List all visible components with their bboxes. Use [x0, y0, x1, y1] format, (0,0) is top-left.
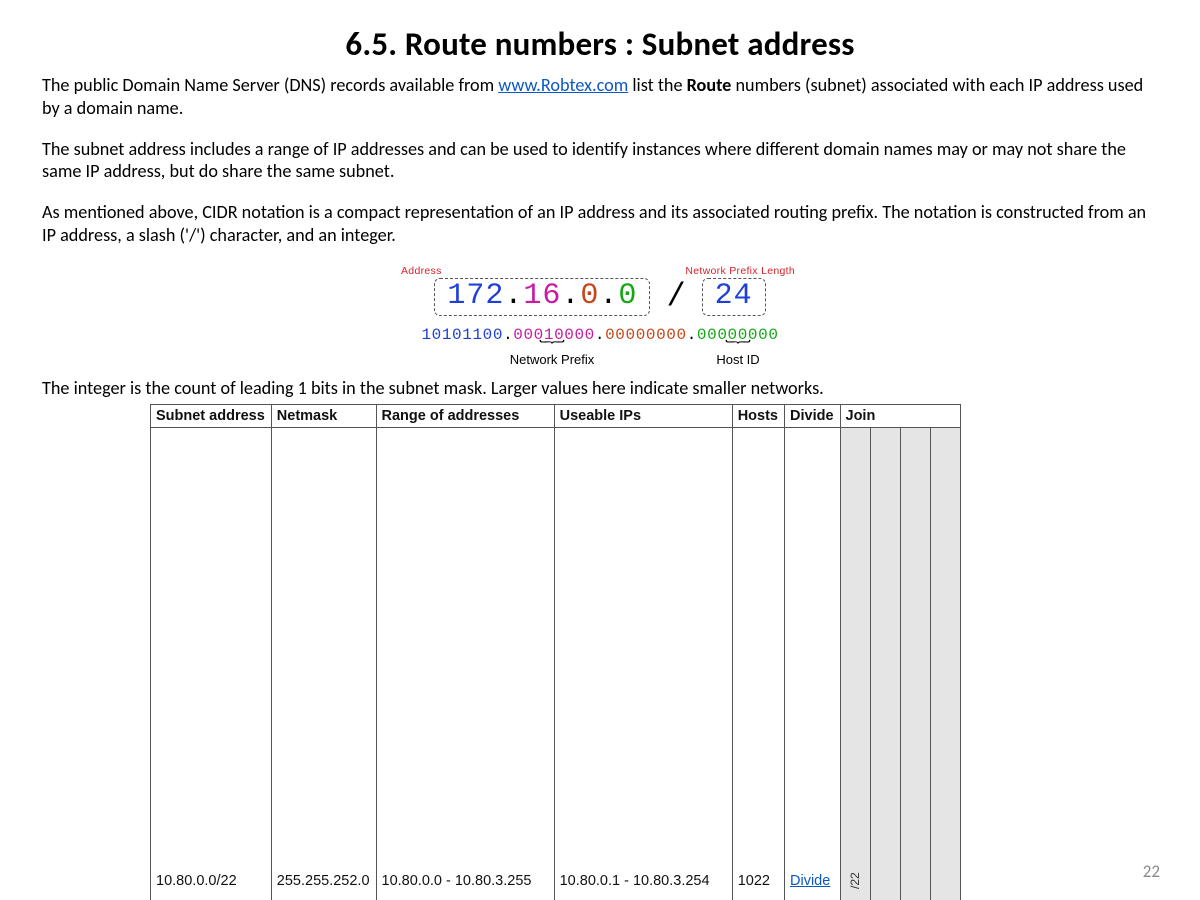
slash: /	[666, 278, 685, 315]
text: list the	[628, 74, 686, 96]
col-useable: Useable IPs	[554, 405, 732, 428]
robtex-link[interactable]: www.Robtex.com	[498, 74, 628, 96]
bin-0: 10101100	[421, 326, 503, 344]
prefix-caption: Network Prefix Length	[685, 265, 795, 277]
octet-2: 0	[580, 279, 599, 313]
col-join: Join	[840, 405, 960, 428]
col-range: Range of addresses	[376, 405, 554, 428]
prefix-value: 24	[715, 279, 753, 313]
intro-paragraph-3: As mentioned above, CIDR notation is a c…	[42, 201, 1158, 247]
table-header-row: Subnet address Netmask Range of addresse…	[151, 405, 961, 428]
slide: 6.5. Route numbers : Subnet address The …	[0, 0, 1200, 900]
cell-hosts: 1022	[732, 428, 784, 900]
page-title: 6.5. Route numbers : Subnet address	[42, 24, 1158, 64]
cell-range: 10.80.0.0 - 10.80.3.255	[376, 428, 554, 900]
route-bold: Route	[687, 74, 732, 96]
cell-subnet: 10.80.0.0/22	[151, 428, 272, 900]
cell-divide[interactable]: Divide	[785, 428, 841, 900]
join-label: /21	[876, 885, 894, 900]
octet-3: 0	[618, 279, 637, 313]
subnet-table: Subnet address Netmask Range of addresse…	[150, 404, 961, 900]
text: The public Domain Name Server (DNS) reco…	[42, 74, 498, 96]
address-caption: Address	[401, 265, 442, 277]
join-22[interactable]: /22	[840, 428, 870, 900]
col-divide: Divide	[785, 405, 841, 428]
intro-paragraph-1: The public Domain Name Server (DNS) reco…	[42, 74, 1158, 120]
leading-bits-paragraph: The integer is the count of leading 1 bi…	[42, 377, 1158, 400]
intro-paragraph-2: The subnet address includes a range of I…	[42, 138, 1158, 184]
page-number: 22	[1143, 861, 1160, 882]
join-21[interactable]: /21	[870, 428, 900, 900]
table-row: 10.80.0.0/22 255.255.252.0 10.80.0.0 - 1…	[151, 428, 961, 900]
cell-useable: 10.80.0.1 - 10.80.3.254	[554, 428, 732, 900]
cidr-diagram: Address Network Prefix Length 172.16.0.0…	[395, 265, 805, 368]
col-netmask: Netmask	[271, 405, 376, 428]
cell-netmask: 255.255.252.0	[271, 428, 376, 900]
address-box: 172.16.0.0	[434, 278, 650, 316]
join-label: /22	[846, 431, 864, 900]
brace-row: ︸ ︸	[395, 342, 805, 353]
bin-2: 00000000	[605, 326, 687, 344]
subnet-table-wrap: Subnet address Netmask Range of addresse…	[150, 404, 1050, 900]
join-19[interactable]: /19	[930, 428, 960, 900]
octet-1: 16	[523, 279, 561, 313]
octet-0: 172	[447, 279, 504, 313]
prefix-box: 24	[702, 278, 766, 316]
col-hosts: Hosts	[732, 405, 784, 428]
col-subnet: Subnet address	[151, 405, 272, 428]
divide-link[interactable]: Divide	[790, 873, 830, 889]
join-20[interactable]: /20	[900, 428, 930, 900]
